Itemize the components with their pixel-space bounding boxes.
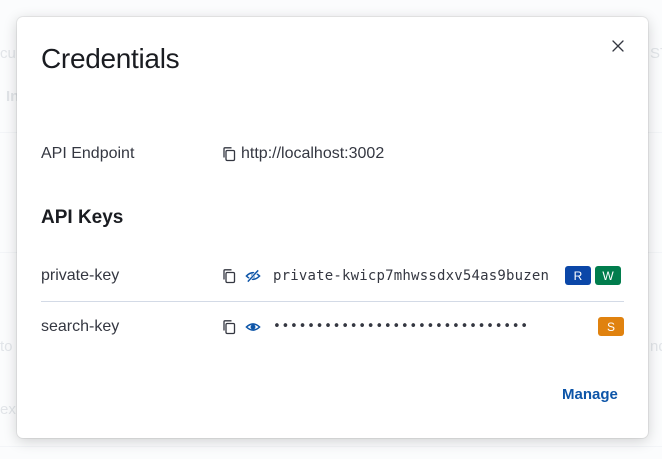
toggle-visibility-button[interactable] — [245, 319, 261, 335]
toggle-visibility-button[interactable] — [245, 268, 261, 284]
eye-icon — [245, 323, 261, 331]
credentials-modal: Credentials API Endpoint http://localhos… — [17, 17, 648, 438]
key-value-masked: •••••••••••••••••••••••••••••• — [273, 319, 529, 334]
key-value: private-kwicp7mhwssdxv54as9buzen — [273, 268, 550, 284]
eye-closed-icon — [245, 269, 261, 283]
copy-icon — [223, 269, 236, 284]
copy-key-button[interactable] — [221, 268, 237, 284]
key-name: private-key — [41, 267, 120, 284]
close-icon — [612, 40, 624, 52]
row-divider — [41, 301, 624, 302]
copy-icon — [223, 147, 236, 162]
manage-link[interactable]: Manage — [562, 386, 618, 403]
copy-endpoint-button[interactable] — [221, 146, 237, 162]
key-name: search-key — [41, 318, 120, 335]
api-keys-title: API Keys — [41, 207, 124, 228]
endpoint-label: API Endpoint — [41, 145, 135, 162]
copy-key-button[interactable] — [221, 319, 237, 335]
copy-icon — [223, 320, 236, 335]
close-button[interactable] — [609, 37, 627, 55]
read-badge: R — [565, 266, 591, 285]
search-badge: S — [598, 317, 624, 336]
write-badge: W — [595, 266, 621, 285]
modal-title: Credentials — [41, 43, 180, 74]
endpoint-value: http://localhost:3002 — [241, 145, 385, 162]
